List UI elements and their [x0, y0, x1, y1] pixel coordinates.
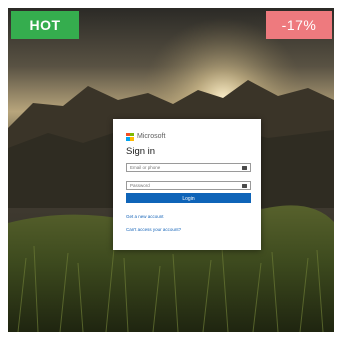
brand: Microsoft [126, 132, 165, 141]
brand-name: Microsoft [137, 133, 166, 140]
sign-in-card: Microsoft Sign in Login Get a new accoun… [113, 119, 261, 250]
create-account-link[interactable]: Get a new account [126, 214, 164, 219]
cant-access-account-link[interactable]: Can't access your account? [126, 227, 181, 232]
password-field[interactable] [126, 181, 251, 190]
discount-badge: -17% [266, 11, 332, 39]
microsoft-logo-icon [126, 132, 134, 141]
login-button[interactable]: Login [126, 193, 251, 203]
key-icon [242, 183, 247, 188]
email-field[interactable] [126, 163, 251, 172]
product-preview-image: Microsoft Sign in Login Get a new accoun… [8, 8, 334, 332]
sign-in-title: Sign in [126, 146, 156, 157]
email-input[interactable] [127, 164, 242, 171]
hot-badge: HOT [11, 11, 79, 39]
password-input[interactable] [127, 182, 242, 189]
key-icon [242, 165, 247, 170]
